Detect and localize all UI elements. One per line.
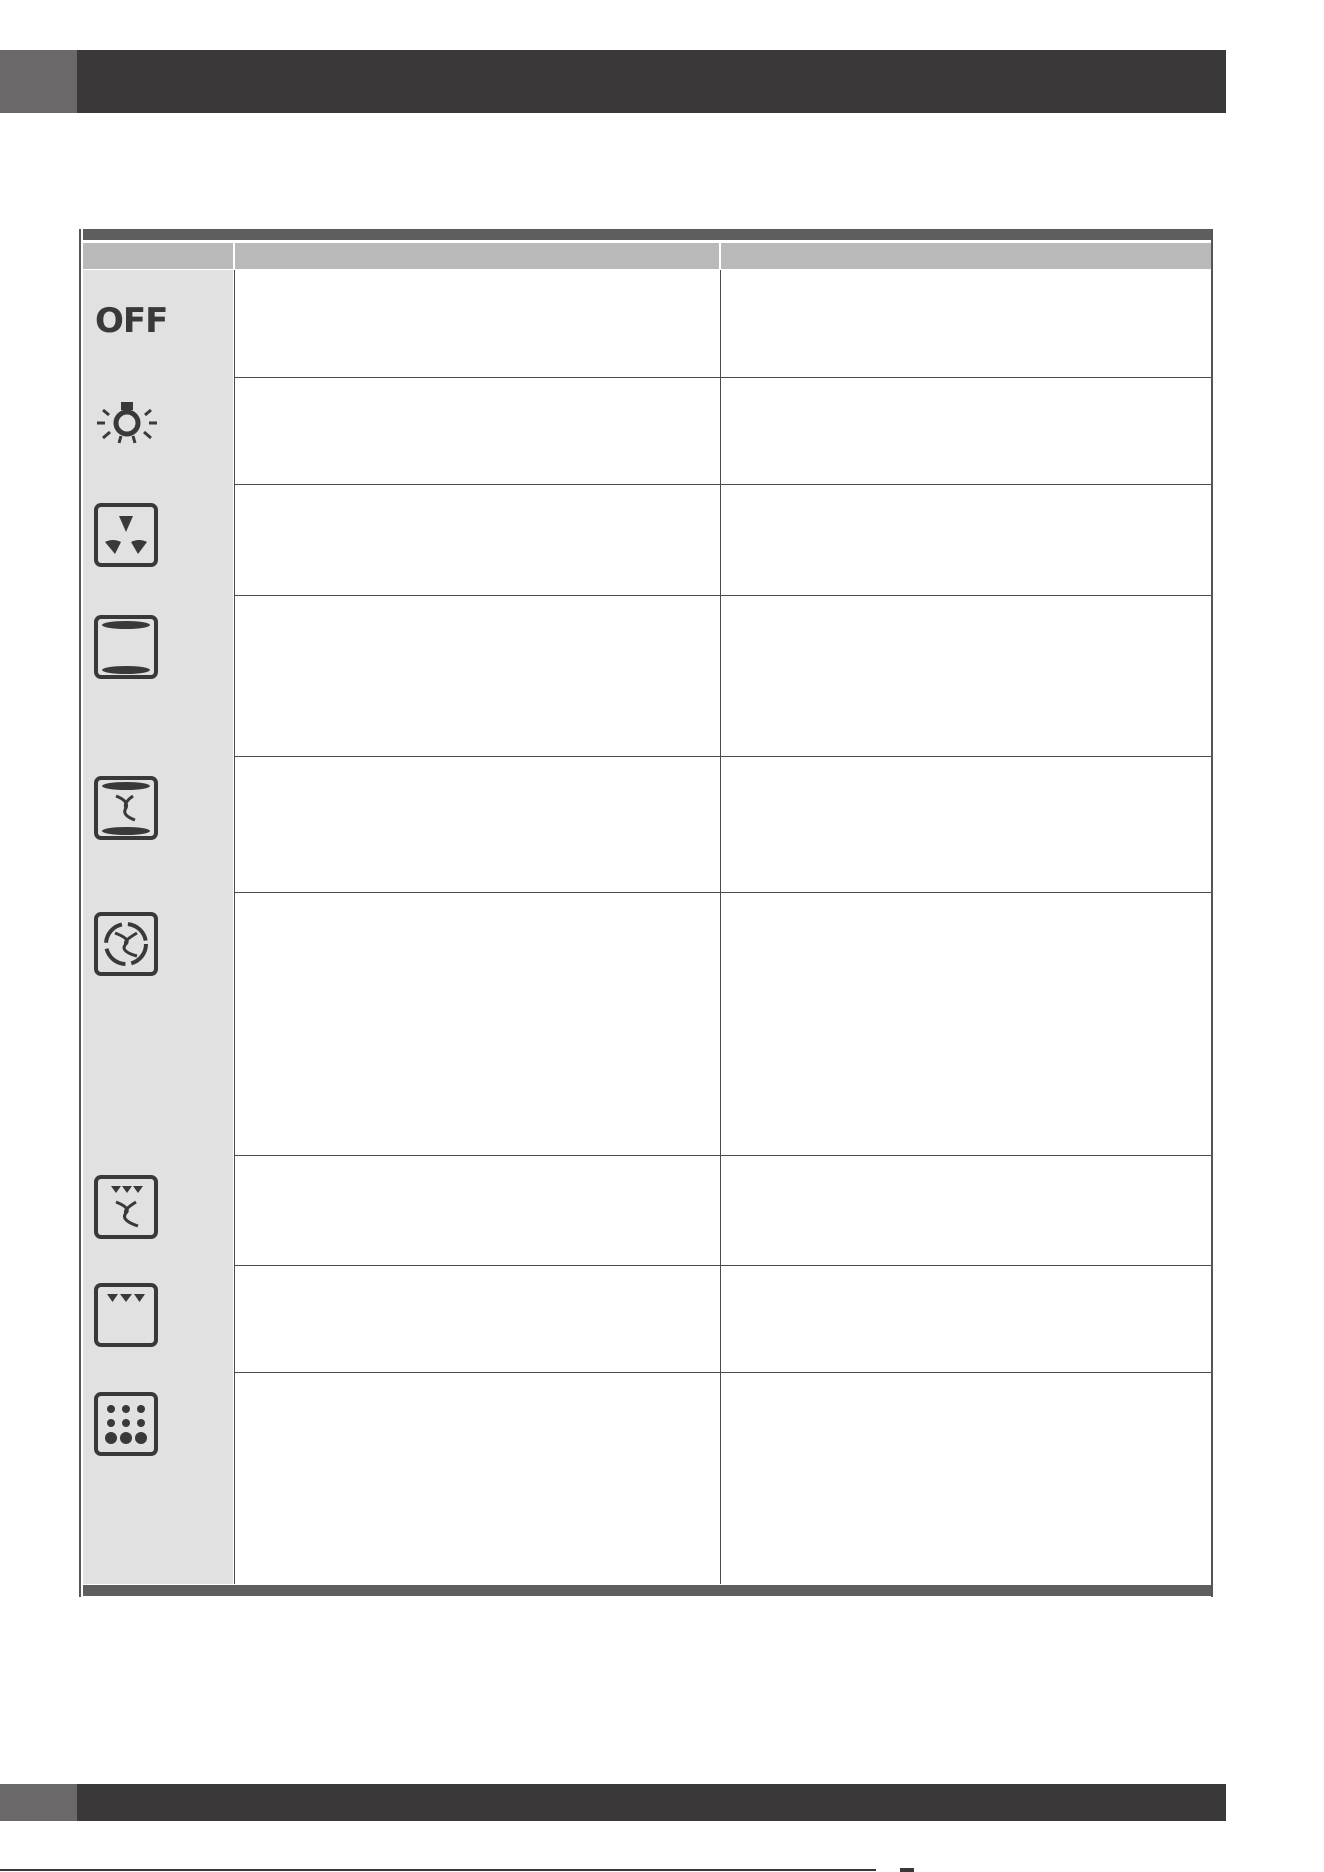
off-text-icon: OFF (95, 301, 168, 341)
oven-functions-table: OFF (79, 229, 1213, 1597)
footer-rule (0, 1869, 876, 1871)
row-separator (234, 377, 1211, 378)
table-bottom-band (83, 1585, 1211, 1596)
table-left-border (79, 229, 81, 1597)
pizza-function-icon (93, 1391, 161, 1459)
header-bar (77, 50, 1226, 113)
row-separator (234, 892, 1211, 893)
column-header-icon (83, 243, 233, 269)
table-top-band (83, 229, 1211, 240)
column-separator (720, 270, 721, 1584)
row-separator (234, 595, 1211, 596)
fan-ring-heating-icon (93, 911, 161, 979)
fan-top-bottom-icon (93, 775, 161, 843)
row-separator (234, 1372, 1211, 1373)
header-tab (0, 50, 77, 113)
table-right-border (1211, 229, 1213, 1597)
footer-bar (77, 1784, 1226, 1821)
row-separator (234, 1265, 1211, 1266)
lamp-icon (93, 394, 161, 462)
row-separator (234, 484, 1211, 485)
top-bottom-heating-icon (93, 614, 161, 682)
row-separator (234, 1155, 1211, 1156)
column-header-notes (721, 243, 1211, 269)
grill-fan-icon (93, 1174, 161, 1242)
footer-tab (0, 1784, 77, 1821)
column-separator (234, 270, 235, 1584)
grill-icon (93, 1282, 161, 1350)
footer-page-mark (900, 1868, 914, 1872)
row-separator (234, 756, 1211, 757)
defrost-fan-icon (93, 502, 161, 570)
column-header-description (235, 243, 719, 269)
